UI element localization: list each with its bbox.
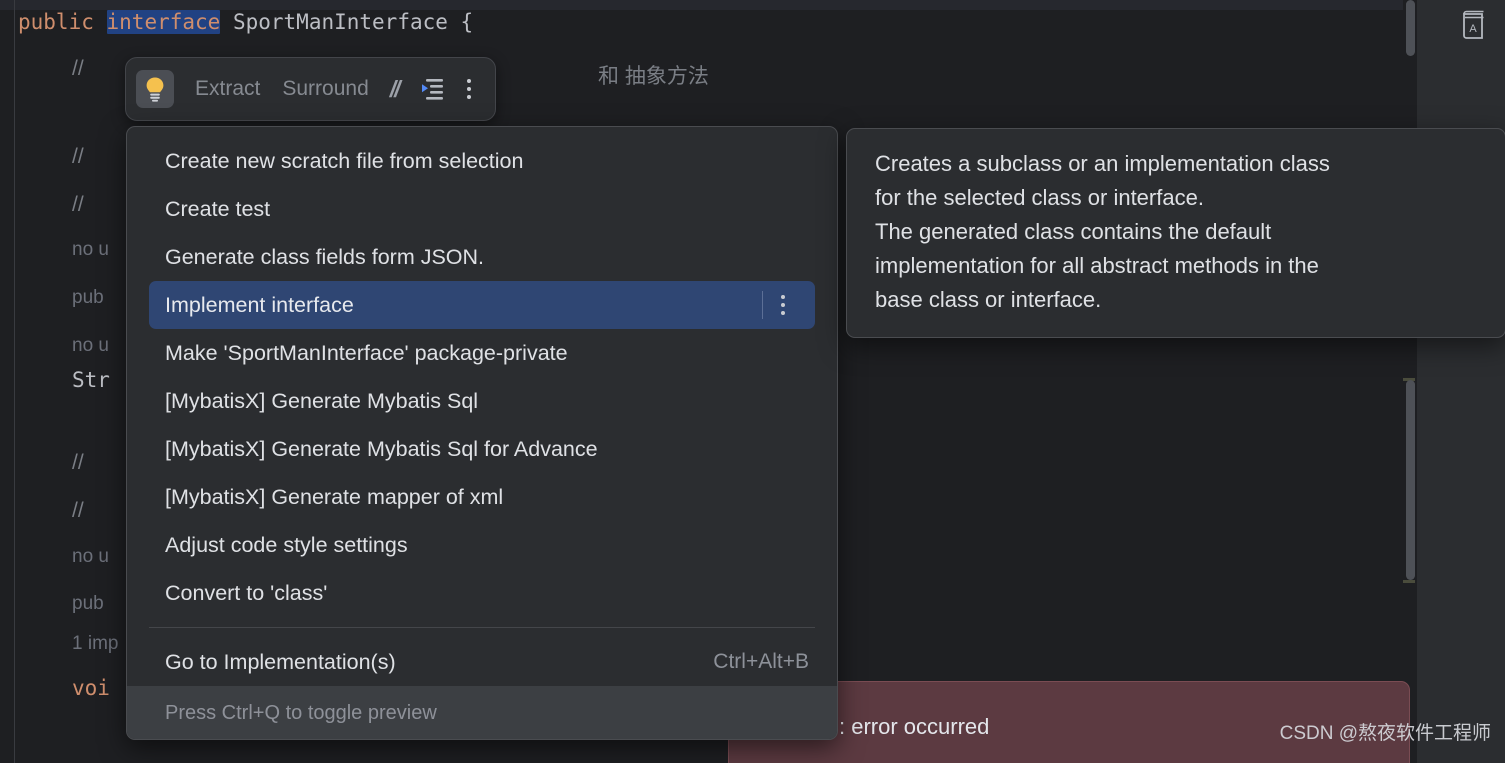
menu-item-convert-to-class[interactable]: Convert to 'class' (127, 569, 837, 617)
dictionary-book-icon[interactable]: A (1453, 6, 1493, 46)
reformat-code-icon[interactable] (409, 70, 457, 108)
menu-item-label: Generate class fields form JSON. (165, 244, 485, 269)
tooltip-line: The generated class contains the default (875, 219, 1272, 244)
menu-item-label: Implement interface (165, 292, 354, 317)
menu-footer-hint-label: Press Ctrl+Q to toggle preview (165, 701, 437, 724)
tooltip-line: Creates a subclass or an implementation … (875, 151, 1330, 176)
menu-item-label: [MybatisX] Generate mapper of xml (165, 484, 504, 509)
submenu-divider (762, 291, 763, 319)
menu-item-create-scratch-file[interactable]: Create new scratch file from selection (127, 137, 837, 185)
code-line: // (72, 499, 84, 522)
code-line: Str (72, 368, 110, 392)
scrollbar-thumb-main[interactable] (1406, 380, 1415, 580)
tooltip-line: base class or interface. (875, 287, 1102, 312)
right-gutter-panel (1417, 0, 1505, 763)
intention-action-toolbar[interactable]: Extract Surround // (125, 57, 496, 121)
code-line: // (72, 145, 84, 168)
more-options-icon[interactable] (457, 70, 481, 108)
submenu-more-icon[interactable] (781, 295, 785, 315)
tooltip-line: for the selected class or interface. (875, 185, 1204, 210)
error-notification-message: : error occurred (839, 714, 990, 739)
code-line: no u (72, 335, 109, 356)
code-line: // (72, 451, 84, 474)
lightbulb-icon[interactable] (136, 70, 174, 108)
menu-item-label: [MybatisX] Generate Mybatis Sql (165, 388, 479, 413)
action-description-tooltip: Creates a subclass or an implementation … (846, 128, 1505, 338)
menu-item-label: Convert to 'class' (165, 580, 328, 605)
menu-item-shortcut: Ctrl+Alt+B (713, 650, 809, 673)
menu-item-label: [MybatisX] Generate Mybatis Sql for Adva… (165, 436, 598, 461)
code-line: pub (72, 593, 104, 614)
comment-slashes-icon[interactable]: // (380, 70, 409, 108)
submenu-indicator[interactable] (762, 281, 799, 329)
intention-actions-popup[interactable]: Create new scratch file from selection C… (126, 126, 838, 740)
code-line: public interface SportManInterface { (18, 10, 474, 34)
code-line: pub (72, 287, 104, 308)
menu-item-label: Create test (165, 196, 271, 221)
menu-item-label: Make 'SportManInterface' package-private (165, 340, 568, 365)
code-line: 1 imp (72, 633, 119, 654)
menu-item-implement-interface[interactable]: Implement interface (149, 281, 815, 329)
code-token-public: public (18, 10, 107, 34)
code-line: voi (72, 676, 110, 700)
code-comment-cjk: 和 抽象方法 (598, 65, 709, 88)
csdn-watermark: CSDN @熬夜软件工程师 (1279, 723, 1491, 744)
menu-item-label: Go to Implementation(s) (165, 649, 396, 674)
menu-item-go-to-implementations[interactable]: Go to Implementation(s) Ctrl+Alt+B (127, 638, 837, 686)
menu-list: Create new scratch file from selection C… (127, 127, 837, 686)
extract-button[interactable]: Extract (184, 77, 271, 101)
code-token-interface-selected: interface (106, 10, 221, 34)
menu-item-generate-class-fields-from-json[interactable]: Generate class fields form JSON. (127, 233, 837, 281)
code-line: no u (72, 239, 109, 260)
ide-screen: public interface SportManInterface { // … (0, 0, 1505, 763)
menu-item-make-package-private[interactable]: Make 'SportManInterface' package-private (127, 329, 837, 377)
surround-button[interactable]: Surround (271, 77, 379, 101)
menu-item-label: Create new scratch file from selection (165, 148, 524, 173)
code-line: // (72, 193, 84, 216)
tooltip-line: implementation for all abstract methods … (875, 253, 1319, 278)
scrollbar-thumb-upper[interactable] (1406, 0, 1415, 56)
menu-item-create-test[interactable]: Create test (127, 185, 837, 233)
menu-item-label: Adjust code style settings (165, 532, 408, 557)
code-line: // (72, 57, 84, 80)
scrollbar-marker (1403, 580, 1415, 583)
gutter-separator (14, 0, 15, 763)
menu-item-mybatisx-generate-sql-advance[interactable]: [MybatisX] Generate Mybatis Sql for Adva… (127, 425, 837, 473)
svg-text:A: A (1469, 23, 1477, 35)
menu-item-adjust-code-style-settings[interactable]: Adjust code style settings (127, 521, 837, 569)
editor-scrollbar[interactable] (1403, 0, 1417, 763)
menu-separator (149, 627, 815, 628)
menu-footer-hint: Press Ctrl+Q to toggle preview (127, 686, 837, 739)
code-token-classname: SportManInterface { (220, 10, 474, 34)
code-line: no u (72, 546, 109, 567)
editor-top-strip (0, 0, 1505, 10)
menu-item-mybatisx-generate-sql[interactable]: [MybatisX] Generate Mybatis Sql (127, 377, 837, 425)
menu-item-mybatisx-generate-mapper-xml[interactable]: [MybatisX] Generate mapper of xml (127, 473, 837, 521)
